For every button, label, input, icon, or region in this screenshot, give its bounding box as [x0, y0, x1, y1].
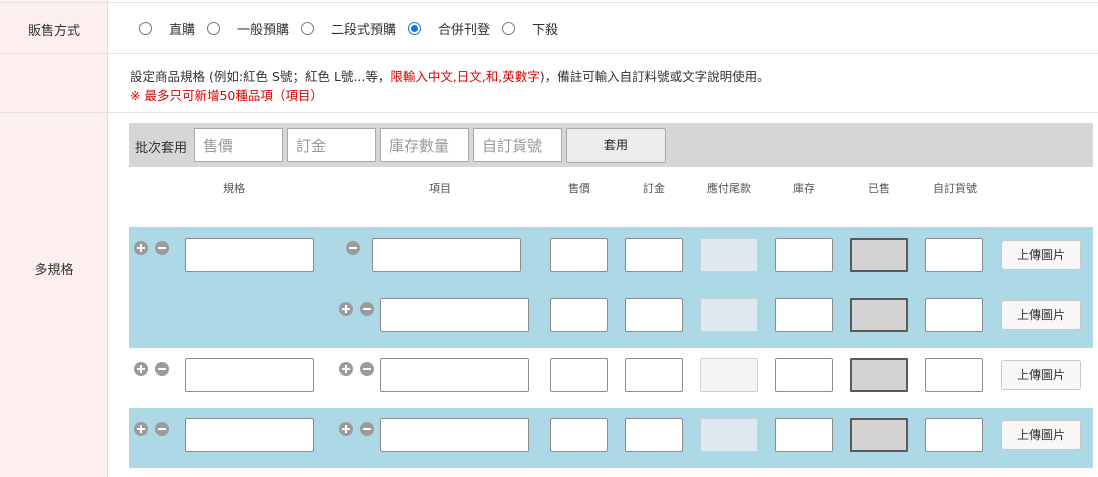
- remove-item-icon[interactable]: [360, 422, 374, 436]
- remove-item-icon[interactable]: [360, 302, 374, 316]
- radio-direct-label: 直購: [169, 22, 196, 38]
- add-spec-icon[interactable]: [134, 422, 148, 436]
- spec-limit-warning: ※ 最多只可新增50種品項（項目）: [130, 88, 323, 103]
- batch-apply-label: 批次套用: [135, 141, 188, 156]
- sales-method-radio-group: 直購 一般預購 二段式預購 合併刊登 下殺: [139, 19, 570, 38]
- radio-merged-input[interactable]: [408, 21, 422, 35]
- spec-name-input[interactable]: [185, 358, 314, 392]
- label-column: [0, 0, 108, 477]
- radio-merged-label: 合併刊登: [438, 22, 491, 38]
- deposit-input[interactable]: [625, 358, 683, 392]
- balance-due-field: [700, 418, 758, 452]
- sku-input[interactable]: [925, 238, 983, 272]
- balance-due-field: [700, 298, 758, 332]
- price-input[interactable]: [550, 238, 608, 272]
- multi-spec-label: 多規格: [34, 263, 74, 278]
- spec-note: 設定商品規格 (例如:紅色 S號；紅色 L號...等，限輸入中文,日文,和,英數…: [130, 66, 770, 85]
- add-spec-icon[interactable]: [134, 241, 148, 255]
- add-item-icon[interactable]: [339, 302, 353, 316]
- spec-note-restriction: 限輸入中文,日文,和,英數字: [390, 69, 540, 84]
- batch-stock-input[interactable]: 庫存數量: [380, 128, 469, 162]
- upload-image-button[interactable]: 上傳圖片: [1001, 240, 1081, 270]
- radio-two-stage-input[interactable]: [301, 21, 315, 35]
- item-name-input[interactable]: [380, 358, 529, 392]
- radio-flash-label: 下殺: [532, 22, 559, 38]
- batch-apply-bar: 批次套用 售價 訂金 庫存數量 自訂貨號 套用: [129, 123, 1093, 167]
- radio-direct[interactable]: 直購: [139, 19, 195, 38]
- price-input[interactable]: [550, 358, 608, 392]
- col-head-item: 項目: [429, 182, 451, 195]
- spec-note-text: 設定商品規格 (例如:紅色 S號；紅色 L號...等，: [130, 69, 391, 84]
- stock-input[interactable]: [775, 358, 833, 392]
- sales-method-label: 販售方式: [27, 24, 80, 39]
- item-name-input[interactable]: [380, 298, 529, 332]
- divider: [0, 2, 1098, 3]
- sold-field: [850, 238, 908, 272]
- product-form: 販售方式 直購 一般預購 二段式預購 合併刊登 下殺 設定商品規格 (例如:紅色…: [0, 0, 1098, 477]
- item-name-input[interactable]: [372, 238, 521, 272]
- col-head-sold: 已售: [868, 182, 890, 195]
- upload-image-button[interactable]: 上傳圖片: [1001, 300, 1081, 330]
- price-input[interactable]: [550, 418, 608, 452]
- remove-spec-icon[interactable]: [155, 241, 169, 255]
- stock-input[interactable]: [775, 298, 833, 332]
- radio-flash-input[interactable]: [502, 21, 516, 35]
- remove-spec-icon[interactable]: [155, 422, 169, 436]
- add-spec-icon[interactable]: [134, 362, 148, 376]
- price-input[interactable]: [550, 298, 608, 332]
- batch-apply-button[interactable]: 套用: [566, 128, 666, 163]
- radio-preorder-input[interactable]: [207, 21, 221, 35]
- remove-item-icon[interactable]: [346, 241, 360, 255]
- stock-input[interactable]: [775, 418, 833, 452]
- radio-direct-input[interactable]: [139, 21, 152, 35]
- radio-preorder-label: 一般預購: [237, 22, 290, 38]
- radio-merged-listing[interactable]: 合併刊登: [408, 19, 490, 38]
- deposit-input[interactable]: [625, 418, 683, 452]
- sold-field: [850, 358, 908, 392]
- batch-deposit-input[interactable]: 訂金: [287, 128, 376, 162]
- stock-input[interactable]: [775, 238, 833, 272]
- spec-name-input[interactable]: [185, 418, 314, 452]
- item-name-input[interactable]: [380, 418, 529, 452]
- radio-two-stage-label: 二段式預購: [331, 22, 397, 38]
- batch-sku-input[interactable]: 自訂貨號: [473, 128, 562, 162]
- sold-field: [850, 418, 908, 452]
- col-head-price: 售價: [568, 182, 590, 195]
- radio-two-stage-preorder[interactable]: 二段式預購: [301, 19, 396, 38]
- col-head-stock: 庫存: [793, 182, 815, 195]
- remove-item-icon[interactable]: [360, 362, 374, 376]
- deposit-input[interactable]: [625, 298, 683, 332]
- divider: [0, 112, 1098, 113]
- deposit-input[interactable]: [625, 238, 683, 272]
- upload-image-button[interactable]: 上傳圖片: [1001, 420, 1081, 450]
- col-head-deposit: 訂金: [643, 182, 665, 195]
- radio-flash-sale[interactable]: 下殺: [502, 19, 558, 38]
- upload-image-button[interactable]: 上傳圖片: [1001, 360, 1081, 390]
- divider: [0, 53, 1098, 54]
- balance-due-field: [700, 358, 758, 392]
- col-head-balance-due: 應付尾款: [707, 182, 751, 195]
- remove-spec-icon[interactable]: [155, 362, 169, 376]
- balance-due-field: [700, 238, 758, 272]
- spec-name-input[interactable]: [185, 238, 314, 272]
- sku-input[interactable]: [925, 358, 983, 392]
- spec-note-text-end: )，備註可輸入自訂料號或文字說明使用。: [539, 69, 770, 84]
- add-item-icon[interactable]: [339, 422, 353, 436]
- add-item-icon[interactable]: [339, 362, 353, 376]
- sku-input[interactable]: [925, 418, 983, 452]
- radio-preorder[interactable]: 一般預購: [207, 19, 289, 38]
- batch-price-input[interactable]: 售價: [194, 128, 283, 162]
- sku-input[interactable]: [925, 298, 983, 332]
- col-head-spec: 規格: [223, 182, 245, 195]
- col-head-sku: 自訂貨號: [933, 182, 977, 195]
- sold-field: [850, 298, 908, 332]
